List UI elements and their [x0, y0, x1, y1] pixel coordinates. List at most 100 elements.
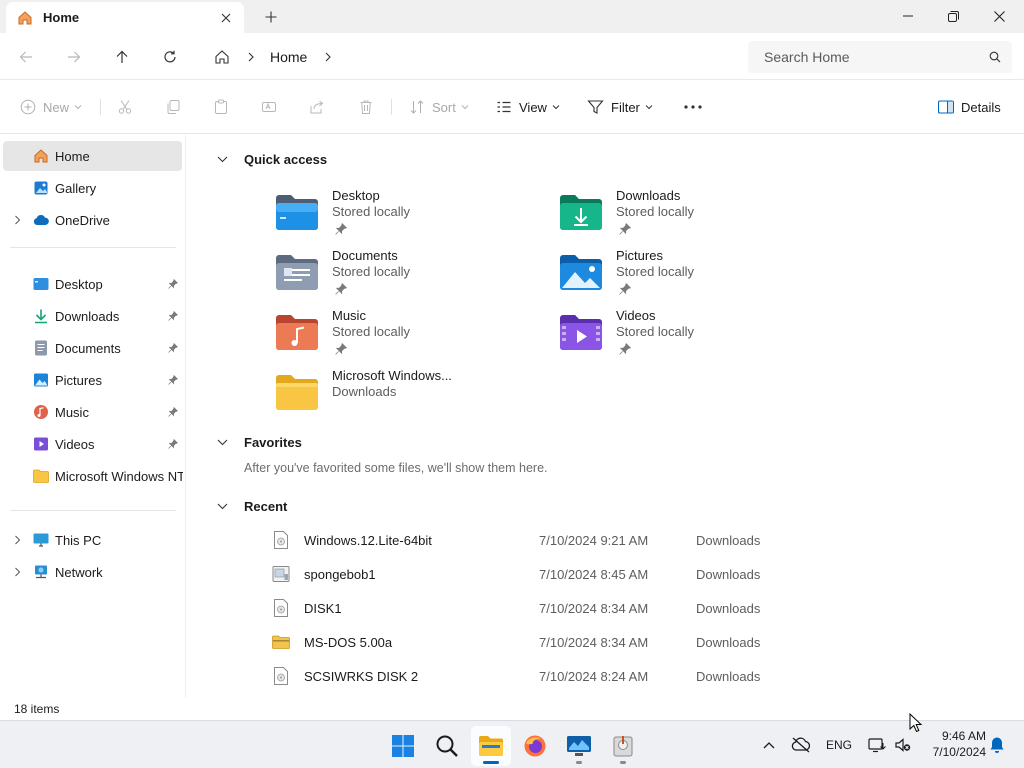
view-button[interactable]: View [496, 91, 560, 123]
copy-button[interactable] [165, 91, 181, 123]
file-name: MS-DOS 5.00a [304, 634, 393, 650]
taskbar-search-button[interactable] [427, 726, 467, 766]
divider [100, 99, 101, 115]
pin-icon[interactable] [167, 310, 179, 322]
section-title: Quick access [244, 151, 328, 167]
maximize-button[interactable] [930, 0, 976, 32]
close-window-button[interactable] [976, 0, 1022, 32]
pin-icon[interactable] [335, 343, 347, 355]
search-placeholder[interactable]: Search Home [748, 49, 978, 65]
file-name: DISK1 [304, 600, 342, 616]
quick-access-header[interactable]: Quick access [214, 148, 327, 170]
table-row[interactable]: DISK1 7/10/2024 8:34 AM Downloads [272, 591, 872, 625]
pin-icon[interactable] [335, 223, 347, 235]
sidebar-item-documents[interactable]: Documents [3, 333, 182, 363]
pin-icon[interactable] [167, 342, 179, 354]
notifications-button[interactable] [986, 733, 1008, 757]
chevron-right-icon[interactable] [242, 52, 260, 62]
item-status: Stored locally [616, 264, 695, 279]
table-row[interactable]: SCSIWRKS DISK 2 7/10/2024 8:24 AM Downlo… [272, 659, 872, 693]
details-button[interactable]: Details [938, 91, 1001, 123]
taskbar-installer-app[interactable] [603, 726, 643, 766]
sidebar-item-videos[interactable]: Videos [3, 429, 182, 459]
sidebar-item-desktop[interactable]: Desktop [3, 269, 182, 299]
sidebar-item-gallery[interactable]: Gallery [3, 173, 182, 203]
disc-image-icon [272, 598, 290, 618]
bell-icon [990, 737, 1004, 753]
sidebar-item-this-pc[interactable]: This PC [3, 525, 182, 555]
table-row[interactable]: Windows.12.Lite-64bit 7/10/2024 9:21 AM … [272, 523, 872, 557]
quick-access-videos[interactable]: Videos Stored locally [558, 308, 818, 366]
new-button[interactable]: New [20, 91, 82, 123]
sidebar-item-nt-folder[interactable]: Microsoft Windows NT 3.51 Workstation [3, 461, 183, 491]
close-tab-icon[interactable] [212, 4, 240, 32]
favorites-header[interactable]: Favorites [214, 431, 302, 453]
quick-access-pictures[interactable]: Pictures Stored locally [558, 248, 818, 306]
search-input[interactable]: Search Home [748, 41, 1012, 73]
sidebar-item-downloads[interactable]: Downloads [3, 301, 182, 331]
quick-access-desktop[interactable]: Desktop Stored locally [274, 188, 534, 246]
forward-button[interactable] [58, 41, 90, 73]
delete-button[interactable] [358, 91, 374, 123]
chevron-down-icon[interactable] [214, 151, 230, 167]
breadcrumb-item[interactable]: Home [260, 49, 319, 65]
item-status: Stored locally [332, 324, 411, 339]
new-tab-button[interactable] [258, 4, 284, 30]
more-options-button[interactable] [683, 91, 703, 123]
pin-icon[interactable] [167, 438, 179, 450]
back-button[interactable] [10, 41, 42, 73]
sidebar-item-pictures[interactable]: Pictures [3, 365, 182, 395]
onedrive-tray-button[interactable] [789, 733, 813, 757]
refresh-button[interactable] [154, 41, 186, 73]
volume-tray-button[interactable] [892, 733, 914, 757]
quick-access-documents[interactable]: Documents Stored locally [274, 248, 534, 306]
recent-header[interactable]: Recent [214, 495, 287, 517]
pin-icon[interactable] [619, 283, 631, 295]
search-icon[interactable] [978, 51, 1012, 63]
pin-icon[interactable] [167, 406, 179, 418]
table-row[interactable]: spongebob1 7/10/2024 8:45 AM Downloads [272, 557, 872, 591]
pin-icon[interactable] [167, 278, 179, 290]
taskbar-firefox[interactable] [515, 726, 555, 766]
chevron-down-icon[interactable] [214, 498, 230, 514]
share-button[interactable] [309, 91, 325, 123]
rename-button[interactable] [261, 91, 277, 123]
quick-access-downloads[interactable]: Downloads Stored locally [558, 188, 818, 246]
table-row[interactable]: MS-DOS 5.00a 7/10/2024 8:34 AM Downloads [272, 625, 872, 659]
start-button[interactable] [383, 726, 423, 766]
pin-icon[interactable] [167, 374, 179, 386]
sidebar-item-onedrive[interactable]: OneDrive [3, 205, 182, 235]
language-label: ENG [825, 738, 852, 752]
chevron-right-icon[interactable] [11, 566, 23, 578]
minimize-button[interactable] [885, 0, 931, 32]
taskbar-monitor-app[interactable] [559, 726, 599, 766]
language-indicator[interactable]: ENG [822, 733, 856, 757]
sort-button[interactable]: Sort [409, 91, 469, 123]
chevron-right-icon[interactable] [11, 534, 23, 546]
chevron-down-icon[interactable] [214, 434, 230, 450]
filter-button[interactable]: Filter [587, 91, 653, 123]
chevron-right-icon[interactable] [11, 214, 23, 226]
up-button[interactable] [106, 41, 138, 73]
pin-icon[interactable] [619, 223, 631, 235]
arrow-right-icon [68, 51, 81, 63]
pin-icon[interactable] [619, 343, 631, 355]
quick-access-nt-folder[interactable]: Microsoft Windows... Downloads [274, 368, 534, 426]
chevron-right-icon[interactable] [319, 52, 337, 62]
sidebar-item-home[interactable]: Home [3, 141, 182, 171]
clock[interactable]: 9:46 AM 7/10/2024 [918, 728, 986, 760]
address-bar: Home Search Home [0, 33, 1024, 80]
sidebar-item-network[interactable]: Network [3, 557, 182, 587]
quick-access-music[interactable]: Music Stored locally [274, 308, 534, 366]
network-tray-button[interactable] [866, 733, 888, 757]
taskbar-file-explorer[interactable] [471, 726, 511, 766]
cut-button[interactable] [117, 91, 133, 123]
videos-icon [33, 436, 49, 452]
breadcrumb[interactable]: Home [202, 41, 734, 73]
sidebar-item-music[interactable]: Music [3, 397, 182, 427]
tab-home[interactable]: Home [6, 2, 244, 33]
show-hidden-icons-button[interactable] [760, 733, 778, 757]
paste-button[interactable] [213, 91, 229, 123]
pin-icon[interactable] [335, 283, 347, 295]
breadcrumb-home-icon[interactable] [202, 41, 242, 73]
